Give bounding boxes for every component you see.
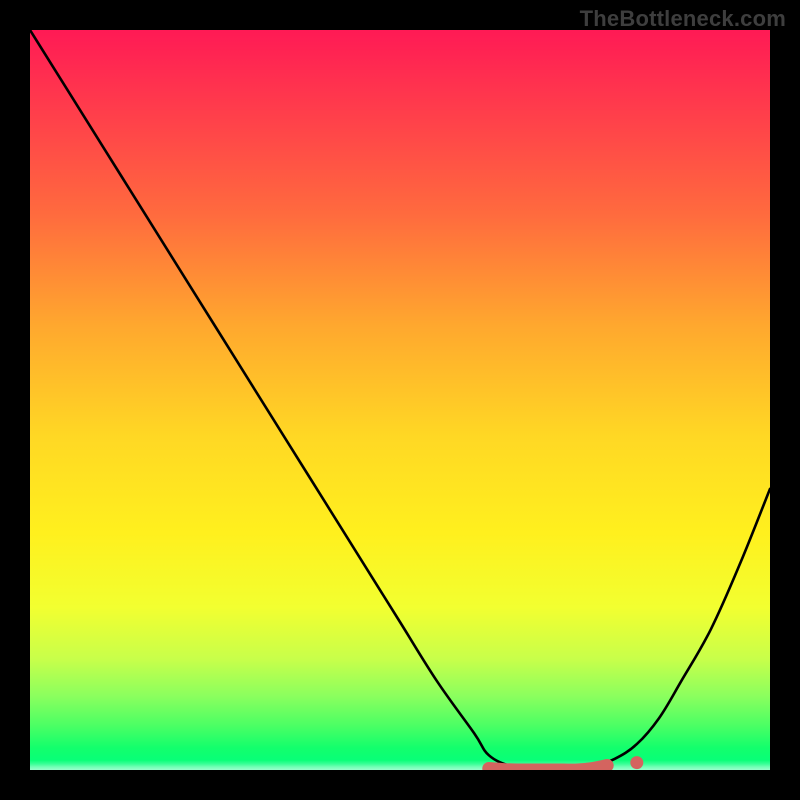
bottom-dot [630, 756, 643, 769]
chart-svg [30, 30, 770, 770]
bottom-marker-path [489, 766, 607, 770]
main-curve-path [30, 30, 770, 770]
chart-plot-area [30, 30, 770, 770]
watermark-label: TheBottleneck.com [580, 6, 786, 32]
